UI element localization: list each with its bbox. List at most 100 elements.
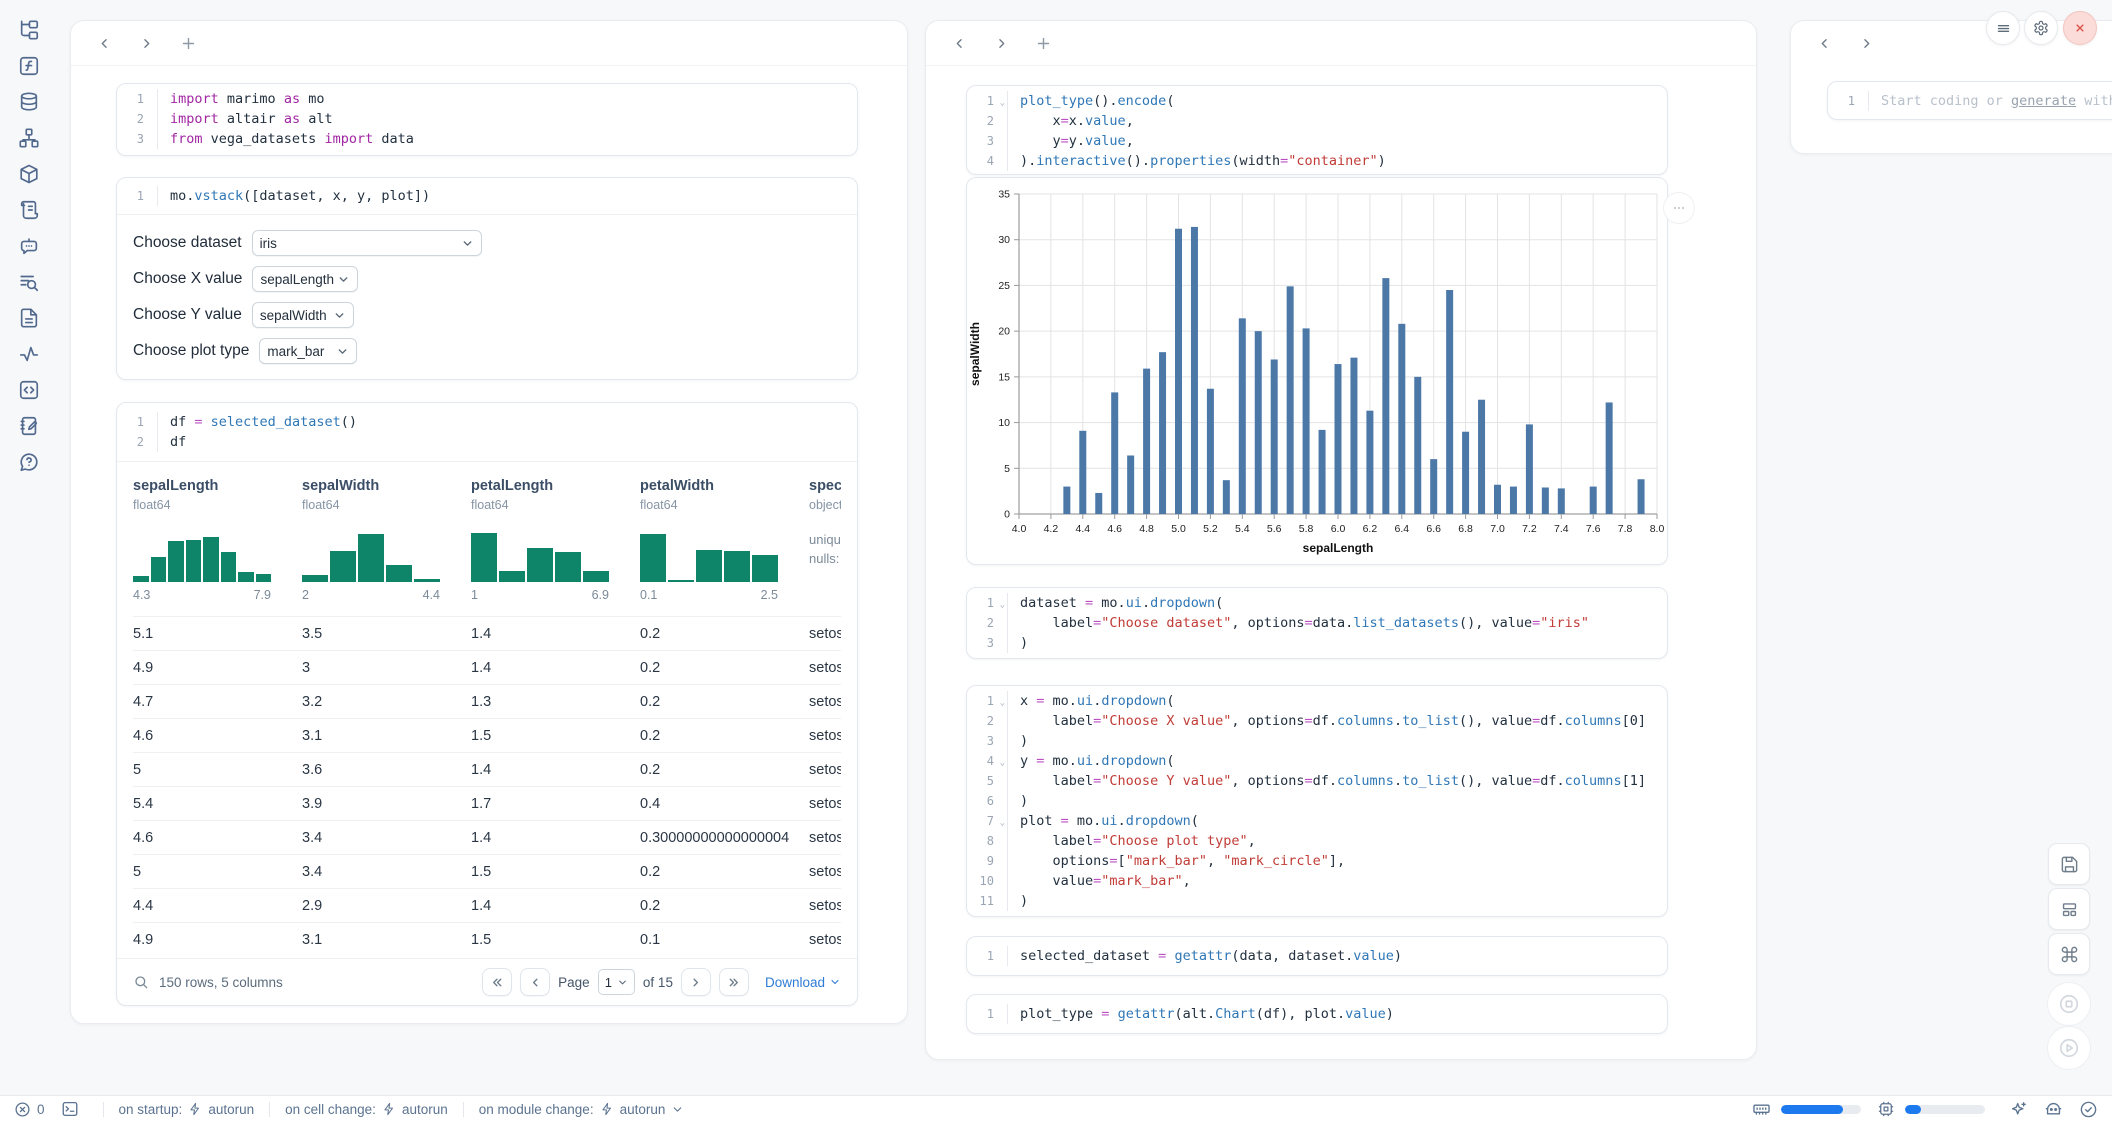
- table-row[interactable]: 4.73.21.30.2setosa: [133, 684, 841, 718]
- cell-dataframe[interactable]: 12df = selected_dataset()df sepalLengthf…: [116, 402, 858, 1006]
- table-row[interactable]: 4.42.91.40.2setosa: [133, 888, 841, 922]
- table-row[interactable]: 4.63.11.50.2setosa: [133, 718, 841, 752]
- code-editor[interactable]: 12df = selected_dataset()df: [117, 403, 857, 461]
- cell-plot-code[interactable]: 1⌄234plot_type().encode( x=x.value, y=y.…: [966, 85, 1668, 175]
- code-lines[interactable]: mo.vstack([dataset, x, y, plot]): [157, 186, 857, 206]
- download-button[interactable]: Download: [765, 975, 841, 990]
- cpu-usage-bar[interactable]: [1905, 1105, 1985, 1114]
- column-histogram[interactable]: [640, 526, 778, 582]
- code-lines[interactable]: dataset = mo.ui.dropdown( label="Choose …: [1007, 593, 1667, 653]
- dataset-select[interactable]: iris: [252, 230, 482, 256]
- connection-status-icon[interactable]: [2079, 1100, 2098, 1119]
- first-page-button[interactable]: [482, 968, 512, 996]
- errors-indicator[interactable]: 0: [14, 1101, 45, 1118]
- code-editor[interactable]: 1mo.vstack([dataset, x, y, plot]): [117, 178, 857, 214]
- layout-button[interactable]: [2048, 888, 2090, 930]
- table-row[interactable]: 4.93.11.50.1setosa: [133, 922, 841, 956]
- table-row[interactable]: 5.43.91.70.4setosa: [133, 786, 841, 820]
- code-lines[interactable]: x = mo.ui.dropdown( label="Choose X valu…: [1007, 691, 1667, 911]
- chart-output[interactable]: 4.04.24.44.64.85.05.25.45.65.86.06.26.46…: [966, 177, 1668, 565]
- empty-cell[interactable]: 1 Start coding or generate with: [1827, 81, 2112, 120]
- column-header[interactable]: petalLengthfloat6416.9: [471, 478, 640, 606]
- column-header[interactable]: petalWidthfloat640.12.5: [640, 478, 809, 606]
- datasources-icon[interactable]: [18, 91, 40, 113]
- dependency-graph-icon[interactable]: [18, 127, 40, 149]
- code-lines[interactable]: selected_dataset = getattr(data, dataset…: [1007, 946, 1667, 966]
- functions-icon[interactable]: [18, 55, 40, 77]
- terminal-button[interactable]: [61, 1100, 79, 1118]
- ai-sparkles-icon[interactable]: [2009, 1100, 2028, 1119]
- code-lines[interactable]: plot_type = getattr(alt.Chart(df), plot.…: [1007, 1004, 1667, 1024]
- code-editor[interactable]: 123import marimo as moimport altair as a…: [117, 84, 857, 154]
- menu-button[interactable]: [1986, 11, 2020, 45]
- chart-more-options-button[interactable]: [1663, 192, 1695, 224]
- svg-text:4.8: 4.8: [1139, 523, 1154, 535]
- documentation-icon[interactable]: [18, 307, 40, 329]
- next-page-button[interactable]: [681, 968, 711, 996]
- file-explorer-icon[interactable]: [18, 19, 40, 41]
- ai-chat-icon[interactable]: [18, 235, 40, 257]
- memory-usage-bar[interactable]: [1781, 1105, 1861, 1114]
- table-row[interactable]: 4.63.41.40.30000000000000004setosa: [133, 820, 841, 854]
- cell-dataset-dropdown[interactable]: 1⌄23dataset = mo.ui.dropdown( label="Cho…: [966, 587, 1668, 659]
- column-histogram[interactable]: [471, 526, 609, 582]
- save-button[interactable]: [2048, 843, 2090, 885]
- collapse-right-icon[interactable]: [137, 34, 155, 52]
- y-select[interactable]: sepalWidth: [252, 302, 354, 328]
- table-row[interactable]: 53.61.40.2setosa: [133, 752, 841, 786]
- scratchpad-icon[interactable]: [18, 415, 40, 437]
- column-histogram[interactable]: [133, 526, 271, 582]
- collapse-right-icon[interactable]: [992, 34, 1010, 52]
- code-editor[interactable]: 1 Start coding or generate with: [1828, 82, 2112, 120]
- column-header[interactable]: sepalLengthfloat644.37.9: [133, 478, 302, 606]
- cell-imports[interactable]: 123import marimo as moimport altair as a…: [116, 83, 858, 156]
- add-cell-icon[interactable]: [1034, 34, 1052, 52]
- tracing-icon[interactable]: [18, 343, 40, 365]
- plot-type-select[interactable]: mark_bar: [259, 338, 357, 364]
- code-icon[interactable]: [18, 379, 40, 401]
- cell-xy-plot-dropdowns[interactable]: 1⌄234⌄567⌄891011x = mo.ui.dropdown( labe…: [966, 685, 1668, 917]
- collapse-left-icon[interactable]: [950, 34, 968, 52]
- page-select[interactable]: 1: [598, 969, 635, 995]
- settings-button[interactable]: [2024, 11, 2058, 45]
- bar-chart[interactable]: 4.04.24.44.64.85.05.25.45.65.86.06.26.46…: [967, 178, 1667, 560]
- last-page-button[interactable]: [719, 968, 749, 996]
- keyboard-shortcuts-button[interactable]: [2048, 933, 2090, 975]
- cell-selected-dataset[interactable]: 1selected_dataset = getattr(data, datase…: [966, 936, 1668, 976]
- code-editor[interactable]: 1⌄234plot_type().encode( x=x.value, y=y.…: [967, 86, 1667, 175]
- code-lines[interactable]: plot_type().encode( x=x.value, y=y.value…: [1007, 91, 1667, 171]
- cell-vstack[interactable]: 1mo.vstack([dataset, x, y, plot]) Choose…: [116, 177, 858, 380]
- prev-page-button[interactable]: [520, 968, 550, 996]
- column-histogram[interactable]: [302, 526, 440, 582]
- stop-button[interactable]: [2047, 982, 2091, 1026]
- collapse-left-icon[interactable]: [95, 34, 113, 52]
- run-button[interactable]: [2047, 1026, 2091, 1070]
- column-header[interactable]: speciesobjectunique:nulls:: [809, 478, 841, 606]
- collapse-left-icon[interactable]: [1815, 34, 1833, 52]
- x-select[interactable]: sepalLength: [252, 266, 358, 292]
- snippets-icon[interactable]: [18, 271, 40, 293]
- code-editor[interactable]: 1selected_dataset = getattr(data, datase…: [967, 937, 1667, 975]
- code-editor[interactable]: 1plot_type = getattr(alt.Chart(df), plot…: [967, 995, 1667, 1033]
- help-icon[interactable]: [18, 451, 40, 473]
- packages-icon[interactable]: [18, 163, 40, 185]
- kernel-bot-icon[interactable]: [2044, 1100, 2063, 1119]
- code-lines[interactable]: df = selected_dataset()df: [157, 412, 857, 452]
- add-cell-icon[interactable]: [179, 34, 197, 52]
- on-startup-setting[interactable]: on startup: autorun: [119, 1102, 255, 1117]
- shutdown-button[interactable]: [2063, 11, 2097, 45]
- code-editor[interactable]: 1⌄234⌄567⌄891011x = mo.ui.dropdown( labe…: [967, 686, 1667, 916]
- logs-icon[interactable]: [18, 199, 40, 221]
- code-editor[interactable]: 1⌄23dataset = mo.ui.dropdown( label="Cho…: [967, 588, 1667, 658]
- table-row[interactable]: 53.41.50.2setosa: [133, 854, 841, 888]
- search-icon[interactable]: [133, 974, 149, 990]
- on-module-change-setting[interactable]: on module change: autorun: [479, 1102, 685, 1117]
- table-row[interactable]: 4.931.40.2setosa: [133, 650, 841, 684]
- column-header[interactable]: sepalWidthfloat6424.4: [302, 478, 471, 606]
- table-row[interactable]: 5.13.51.40.2setosa: [133, 616, 841, 650]
- cell-plot-type[interactable]: 1plot_type = getattr(alt.Chart(df), plot…: [966, 994, 1668, 1034]
- collapse-right-icon[interactable]: [1857, 34, 1875, 52]
- code-lines[interactable]: import marimo as moimport altair as altf…: [157, 89, 857, 149]
- on-cell-change-setting[interactable]: on cell change: autorun: [285, 1102, 448, 1117]
- generate-with-ai-link[interactable]: generate: [2011, 93, 2076, 109]
